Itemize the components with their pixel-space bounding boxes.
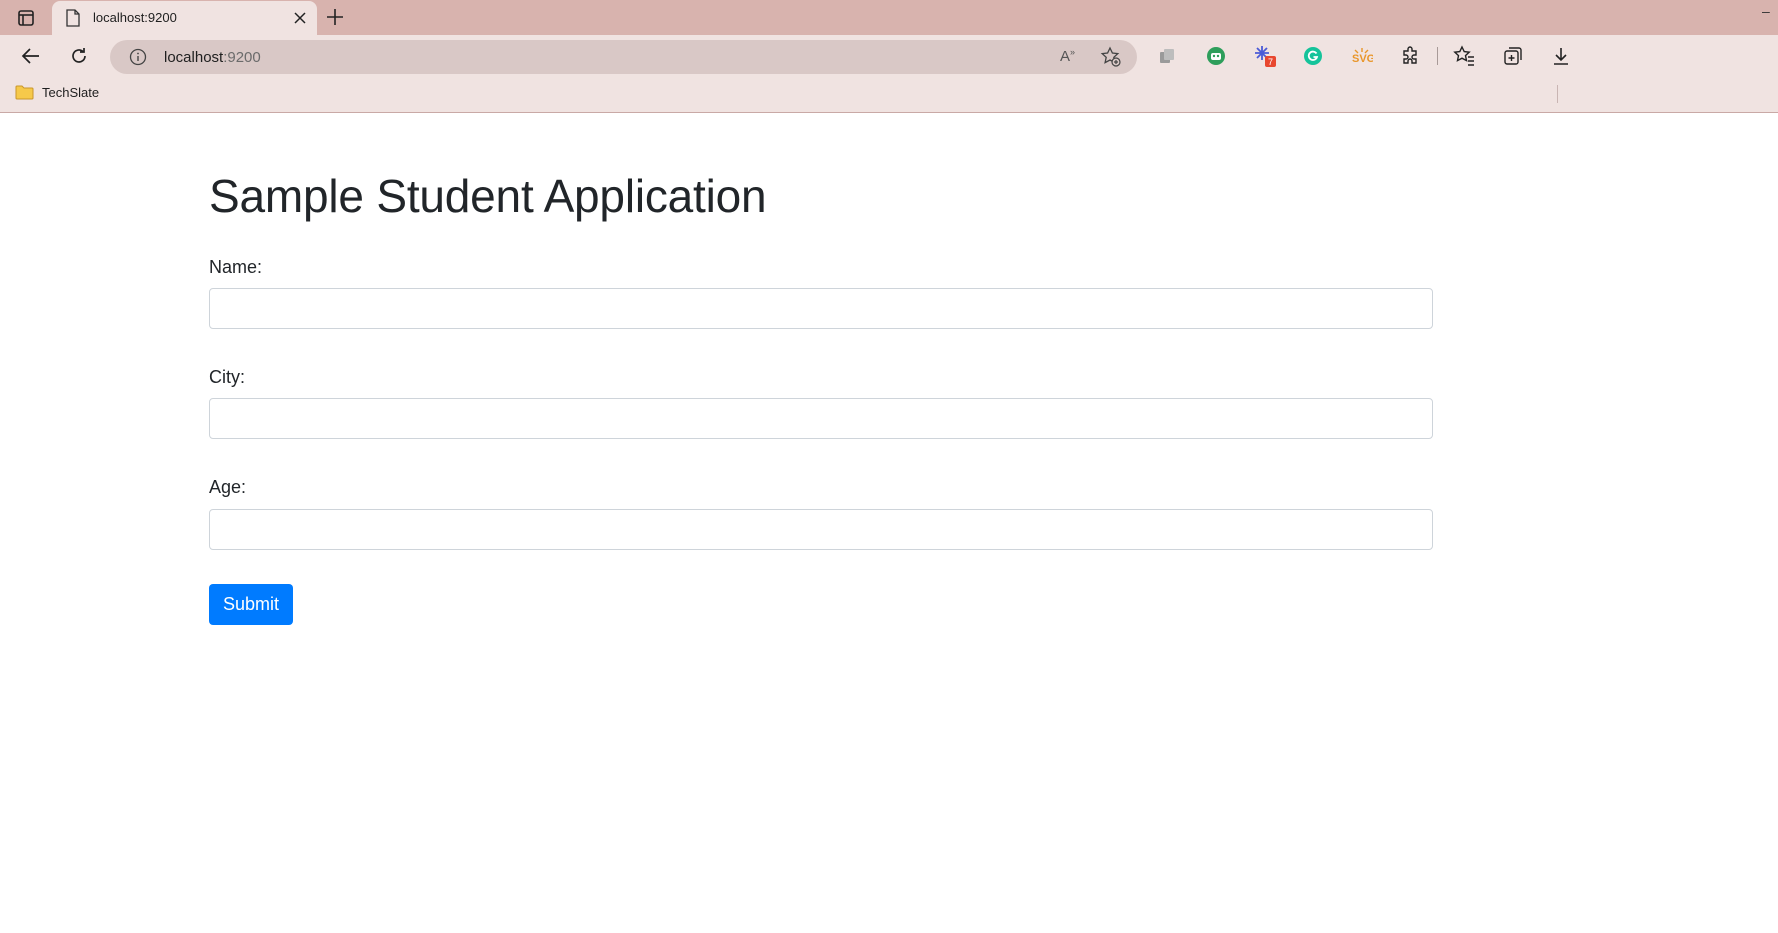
bookmarks-divider (1557, 85, 1558, 103)
tab-bar: localhost:9200 – (0, 0, 1778, 35)
city-input[interactable] (209, 398, 1433, 439)
new-tab-icon[interactable] (325, 7, 345, 27)
url-port: :9200 (223, 49, 261, 66)
back-icon[interactable] (19, 44, 43, 68)
page-title: Sample Student Application (209, 170, 767, 222)
city-label: City: (209, 367, 245, 387)
page-content: Sample Student Application Name: City: A… (0, 114, 1778, 933)
tab-actions-icon[interactable] (14, 6, 38, 30)
toolbar-divider (1437, 47, 1438, 65)
page-icon (66, 9, 80, 32)
bookmarks-bar: TechSlate (0, 77, 1778, 113)
read-aloud-icon[interactable]: A» (1060, 47, 1075, 65)
robot-extension-icon[interactable] (1204, 44, 1228, 68)
name-label: Name: (209, 257, 263, 277)
bookmark-folder-techslate[interactable]: TechSlate (15, 84, 99, 100)
extension-badge: 7 (1268, 57, 1273, 67)
add-favorite-icon[interactable] (1100, 46, 1122, 73)
svg-text:SVG: SVG (1352, 53, 1373, 65)
tab-title: localhost:9200 (93, 10, 177, 25)
favorites-icon[interactable] (1452, 44, 1476, 68)
downloads-icon[interactable] (1549, 44, 1573, 68)
browser-tab[interactable]: localhost:9200 (52, 1, 317, 35)
age-label: Age: (209, 477, 247, 497)
url-text: localhost:9200 (164, 49, 261, 66)
browser-toolbar: localhost:9200 A» 7 SVG (0, 35, 1778, 77)
url-host: localhost (164, 49, 224, 66)
age-input[interactable] (209, 509, 1433, 550)
address-bar[interactable]: localhost:9200 A» (110, 40, 1137, 74)
extensions-icon[interactable] (1398, 44, 1422, 68)
collections-extension-icon[interactable] (1155, 44, 1179, 68)
grammarly-icon[interactable] (1301, 44, 1325, 68)
site-info-icon[interactable] (129, 48, 147, 71)
close-tab-icon[interactable] (292, 10, 308, 26)
spark-extension-icon[interactable]: 7 (1253, 44, 1277, 68)
svg-extension-icon[interactable]: SVG (1350, 44, 1374, 68)
bookmark-label: TechSlate (42, 84, 100, 100)
collections-icon[interactable] (1501, 44, 1525, 68)
refresh-icon[interactable] (67, 44, 91, 68)
minimize-icon[interactable]: – (1762, 3, 1770, 19)
folder-icon (15, 85, 34, 100)
name-input[interactable] (209, 288, 1433, 329)
submit-button[interactable]: Submit (209, 584, 293, 625)
